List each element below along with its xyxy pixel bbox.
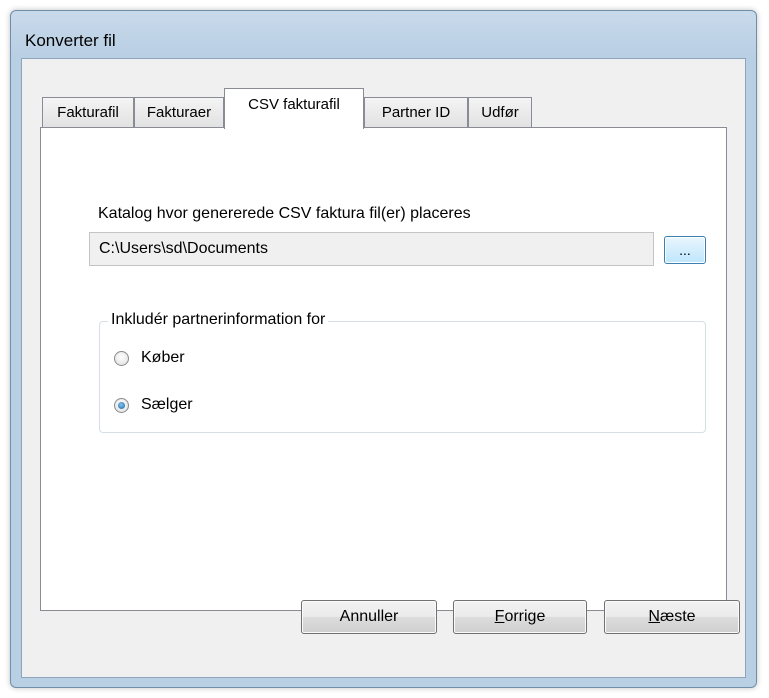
radio-checked-icon[interactable] xyxy=(114,397,129,413)
tab-label: CSV fakturafil xyxy=(248,96,340,113)
catalog-label: Katalog hvor genererede CSV faktura fil(… xyxy=(98,205,471,222)
button-mnemonic: F xyxy=(494,608,505,625)
tab-csv-fakturafil[interactable]: CSV fakturafil xyxy=(224,88,364,129)
group-title: Inkludér partnerinformation for xyxy=(108,311,329,329)
next-button[interactable]: Næste xyxy=(604,600,740,634)
tab-label: Fakturaer xyxy=(146,104,212,121)
button-label-rest: orrige xyxy=(504,608,546,625)
partner-info-group: Inkludér partnerinformation for Køber Sæ… xyxy=(99,311,706,433)
radio-koeber[interactable]: Køber xyxy=(114,347,185,369)
catalog-path-input[interactable] xyxy=(89,232,654,266)
radio-unchecked-icon[interactable] xyxy=(114,350,129,366)
window-title: Konverter fil xyxy=(25,31,116,50)
tab-fakturafil[interactable]: Fakturafil xyxy=(42,97,134,128)
csv-fakturafil-panel: Katalog hvor genererede CSV faktura fil(… xyxy=(40,127,727,611)
radio-label: Sælger xyxy=(141,396,193,413)
button-label: Annuller xyxy=(339,608,399,625)
tab-label: Fakturafil xyxy=(57,104,119,121)
tab-fakturaer[interactable]: Fakturaer xyxy=(134,97,224,128)
cancel-button[interactable]: Annuller xyxy=(301,600,437,634)
button-mnemonic: N xyxy=(648,608,660,625)
tab-label: Partner ID xyxy=(381,104,451,121)
radio-saelger[interactable]: Sælger xyxy=(114,394,193,416)
tab-udfoer[interactable]: Udfør xyxy=(468,97,532,128)
browse-button[interactable]: ... xyxy=(664,236,706,264)
radio-label: Køber xyxy=(141,349,185,366)
tab-label: Udfør xyxy=(481,104,519,121)
tab-partner-id[interactable]: Partner ID xyxy=(364,97,468,128)
button-label-rest: æste xyxy=(659,608,696,625)
back-button[interactable]: Forrige xyxy=(453,600,587,634)
